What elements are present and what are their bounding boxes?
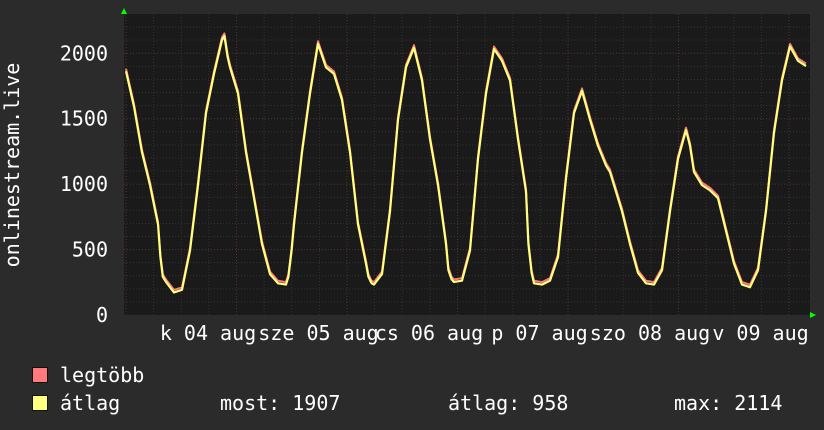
legend-swatch-yellow [32, 395, 48, 411]
plot-area [124, 14, 810, 315]
legend-swatch-red [32, 367, 48, 383]
stat-current: most: 1907 [220, 391, 341, 415]
x-tick-label: szo 08 aug [590, 321, 710, 345]
y-tick-label: 1500 [60, 107, 108, 131]
y-tick-label: 1000 [60, 172, 108, 196]
x-tick-label: p 07 aug [491, 321, 587, 345]
x-tick-label: sze 05 aug [258, 321, 378, 345]
stat-max: max: 2114 [674, 391, 783, 415]
legend-item-legtobb: legtöbb [32, 363, 144, 387]
stat-average: átlag: 958 [448, 391, 569, 415]
y-tick-label: 500 [72, 238, 108, 262]
y-tick-label: 2000 [60, 41, 108, 65]
x-tick-label: v 09 aug [712, 321, 808, 345]
y-tick-label: 0 [96, 303, 108, 327]
chart: 0 500 1000 1500 2000 k 04 aug sze 05 augcs 06… [0, 0, 824, 345]
x-axis: k 04 aug sze 05 augcs 06 aug p 07 aug szo 0… [160, 321, 824, 345]
x-tick-label: cs 06 aug [375, 321, 483, 345]
y-axis-label: onlinestream.live [0, 63, 24, 268]
legend-item-atlag: átlag [32, 391, 120, 415]
x-tick-label: k 04 aug [160, 321, 256, 345]
legend-label-legtobb: legtöbb [60, 363, 145, 387]
legend-label-atlag: átlag [60, 391, 121, 415]
